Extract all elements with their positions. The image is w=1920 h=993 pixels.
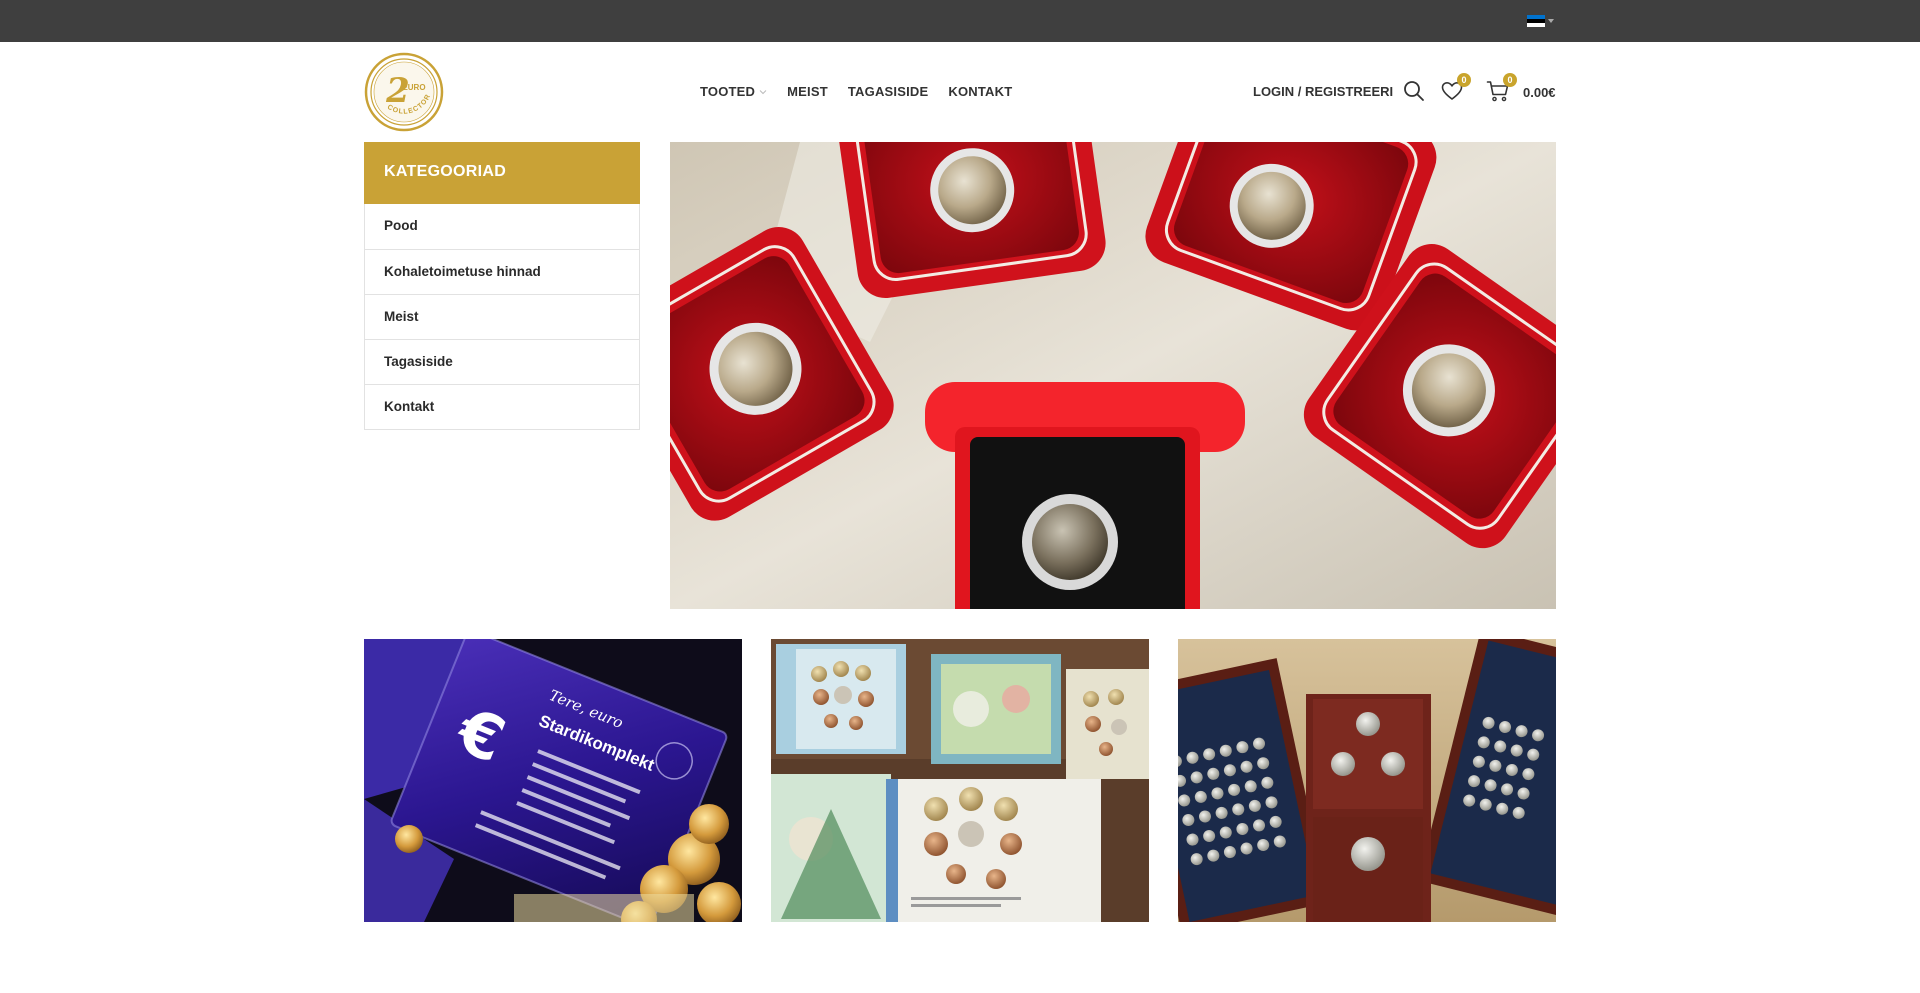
language-switcher[interactable] (1527, 15, 1554, 27)
nav-item-label: TOOTED (700, 84, 756, 99)
nav-item-label: KONTAKT (948, 84, 1013, 99)
chevron-down-icon (1548, 19, 1554, 23)
product-tile-coin-boxes[interactable] (1178, 639, 1556, 922)
starter-kit-photo: Tere, euro Stardikomplekt € (364, 639, 742, 922)
sidebar-item-kontakt[interactable]: Kontakt (365, 384, 639, 429)
product-tile-coin-sets[interactable] (771, 639, 1149, 922)
sidebar-list: Pood Kohaletoimetuse hinnad Meist Tagasi… (364, 204, 640, 430)
login-register-link[interactable]: LOGIN / REGISTREERI (1253, 84, 1393, 99)
sidebar-item-tagasiside[interactable]: Tagasiside (365, 339, 639, 384)
coin-boxes-photo (1178, 639, 1556, 922)
search-button[interactable] (1402, 79, 1426, 103)
nav-item-tooted[interactable]: TOOTED (700, 84, 767, 99)
sidebar-title: KATEGOORIAD (364, 142, 640, 204)
main-nav: TOOTED MEIST TAGASISIDE KONTAKT (700, 84, 1012, 99)
nav-item-kontakt[interactable]: KONTAKT (948, 84, 1012, 99)
wishlist-button[interactable]: 0 (1440, 73, 1471, 103)
sidebar-item-meist[interactable]: Meist (365, 294, 639, 339)
coin-sets-photo (771, 639, 1149, 922)
sidebar-item-pood[interactable]: Pood (365, 204, 639, 249)
search-icon (1404, 81, 1424, 101)
top-bar (0, 0, 1920, 42)
site-header: 2 EURO COLLECTOR TOOTED MEIST TAGASISIDE… (0, 42, 1920, 142)
estonia-flag-icon (1527, 15, 1545, 27)
nav-item-label: TAGASISIDE (847, 84, 929, 99)
cart-count-badge: 0 (1503, 73, 1517, 87)
chevron-down-icon (759, 89, 767, 94)
hero-banner-image[interactable] (670, 142, 1556, 609)
logo-text-top: EURO (402, 83, 425, 92)
nav-item-tagasiside[interactable]: TAGASISIDE (848, 84, 929, 99)
nav-item-label: MEIST (787, 84, 828, 99)
cart-total[interactable]: 0.00€ (1523, 85, 1556, 100)
site-logo[interactable]: 2 EURO COLLECTOR (364, 52, 444, 132)
product-tile-starter-kit[interactable]: Tere, euro Stardikomplekt € (364, 639, 742, 922)
coin-cases-photo (670, 142, 1556, 609)
categories-sidebar: KATEGOORIAD Pood Kohaletoimetuse hinnad … (364, 142, 640, 430)
sidebar-item-kohaletoimetuse-hinnad[interactable]: Kohaletoimetuse hinnad (365, 249, 639, 294)
cart-button[interactable]: 0 (1486, 73, 1517, 103)
logo-emblem: 2 EURO COLLECTOR (364, 52, 444, 132)
wishlist-count-badge: 0 (1457, 73, 1471, 87)
nav-item-meist[interactable]: MEIST (787, 84, 828, 99)
